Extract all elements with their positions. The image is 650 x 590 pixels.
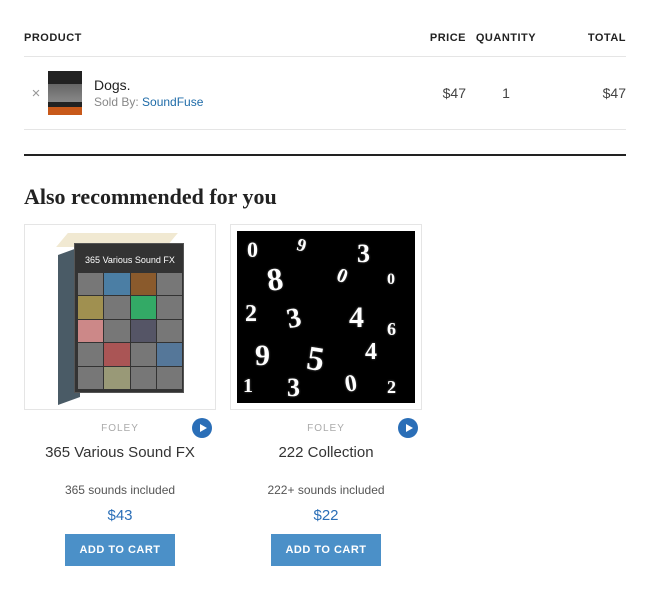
product-price: $43: [24, 507, 216, 524]
add-to-cart-button[interactable]: ADD TO CART: [65, 534, 174, 566]
item-price: $47: [386, 57, 466, 130]
col-total: TOTAL: [546, 24, 626, 57]
item-total: $47: [546, 57, 626, 130]
recommended-heading: Also recommended for you: [24, 184, 626, 210]
sounds-included: 365 sounds included: [24, 483, 216, 497]
col-price: PRICE: [386, 24, 466, 57]
col-product: PRODUCT: [24, 24, 386, 57]
sold-by: Sold By: SoundFuse: [94, 95, 386, 109]
category-label: FOLEY: [101, 419, 139, 434]
product-price: $22: [230, 507, 422, 524]
recommended-card: 0 9 3 8 0 0 2 3 4 6 9 5 4 1 3 0 2 FOLEY: [230, 224, 422, 566]
add-to-cart-button[interactable]: ADD TO CART: [271, 534, 380, 566]
item-quantity[interactable]: 1: [466, 57, 546, 130]
product-title[interactable]: 222 Collection: [230, 444, 422, 461]
recommended-card: 365 Various Sound FX FOLEY 365 Various S…: [24, 224, 216, 566]
product-image[interactable]: 0 9 3 8 0 0 2 3 4 6 9 5 4 1 3 0 2: [230, 224, 422, 410]
category-label: FOLEY: [307, 419, 345, 434]
vendor-link[interactable]: SoundFuse: [142, 95, 203, 109]
remove-item-button[interactable]: ×: [32, 85, 41, 102]
table-row: × Dogs. Sold By: SoundFuse $47 1 $47: [24, 57, 626, 130]
product-name[interactable]: Dogs.: [94, 77, 386, 93]
cart-table: PRODUCT PRICE QUANTITY TOTAL × Dogs. Sol…: [24, 24, 626, 130]
product-title[interactable]: 365 Various Sound FX: [24, 444, 216, 461]
col-quantity: QUANTITY: [466, 24, 546, 57]
recommended-list: 365 Various Sound FX FOLEY 365 Various S…: [24, 224, 626, 566]
play-icon[interactable]: [192, 418, 212, 438]
product-thumbnail[interactable]: [48, 71, 82, 115]
sounds-included: 222+ sounds included: [230, 483, 422, 497]
product-image[interactable]: 365 Various Sound FX: [24, 224, 216, 410]
divider: [24, 154, 626, 156]
play-icon[interactable]: [398, 418, 418, 438]
